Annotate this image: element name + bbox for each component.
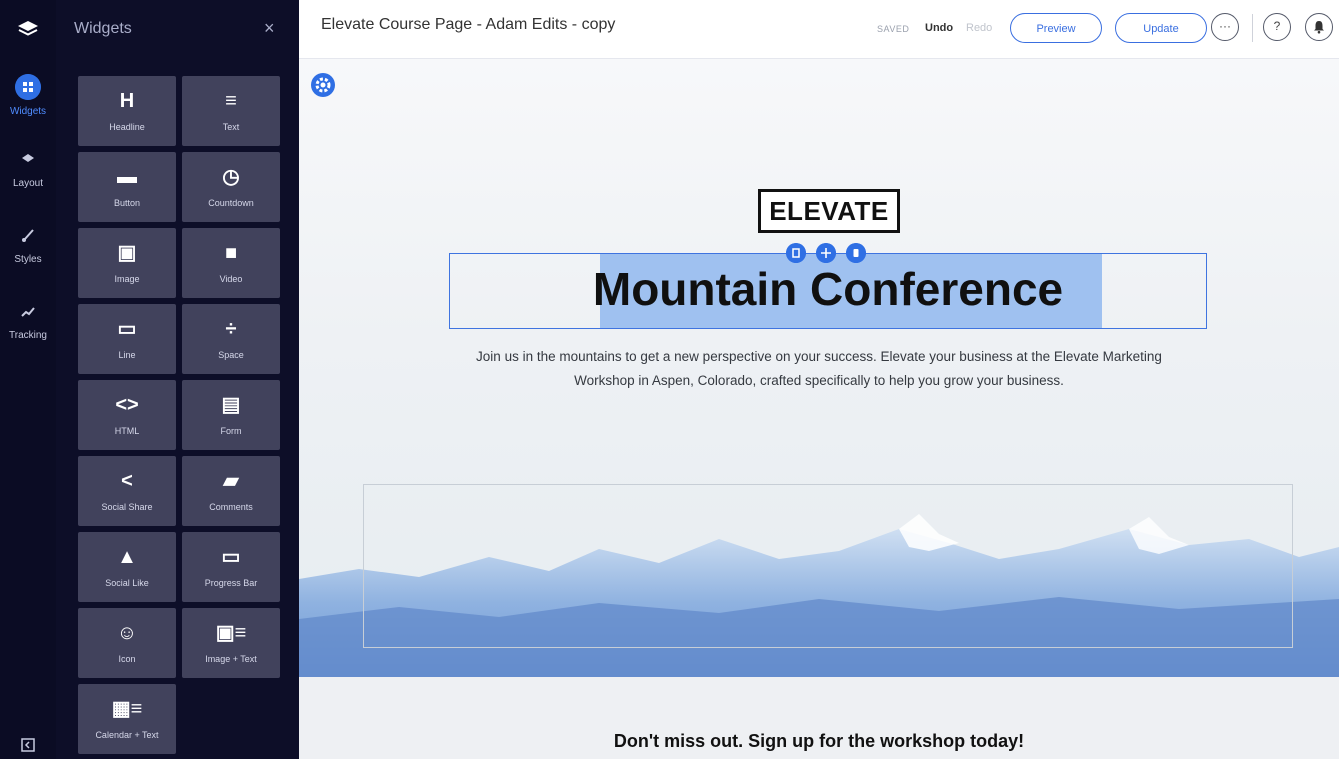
widget-tile-calendar-text[interactable]: ▦≡ Calendar + Text — [78, 684, 176, 754]
widgets-panel: Widgets × H Headline ≡ Text ▬ Button ◷ C… — [56, 0, 299, 759]
share-icon: < — [121, 470, 133, 492]
calendar-text-icon: ▦≡ — [111, 698, 143, 720]
grid-icon — [15, 74, 41, 100]
left-rail: Widgets Layout Styles Tracking — [0, 0, 56, 759]
brush-icon — [22, 229, 34, 242]
text-icon: ≡ — [225, 90, 237, 112]
collapse-panel-icon[interactable] — [20, 737, 36, 753]
widget-tile-label: Text — [222, 122, 240, 132]
headline-text[interactable]: Mountain Conference — [449, 259, 1207, 319]
rail-item-widgets[interactable]: Widgets — [0, 74, 56, 117]
widget-tile-label: Button — [113, 198, 141, 208]
widget-tile-label: Space — [218, 350, 244, 360]
widget-tile-label: Social Share — [101, 502, 153, 512]
rail-item-layout[interactable]: Layout — [0, 152, 56, 189]
preview-button[interactable]: Preview — [1010, 13, 1102, 43]
image-text-icon: ▣≡ — [215, 622, 247, 644]
widget-tile-image-text[interactable]: ▣≡ Image + Text — [182, 608, 280, 678]
rail-item-label: Tracking — [9, 330, 47, 341]
widget-tile-label: Countdown — [208, 198, 254, 208]
smiley-icon: ☺ — [116, 622, 138, 644]
widget-tile-icon[interactable]: ☺ Icon — [78, 608, 176, 678]
widget-tile-label: Comments — [209, 502, 253, 512]
widget-tile-text[interactable]: ≡ Text — [182, 76, 280, 146]
rail-item-tracking[interactable]: Tracking — [0, 304, 56, 341]
progress-bar-icon: ▭ — [221, 546, 241, 568]
widget-tile-label: Icon — [118, 654, 136, 664]
bell-icon — [1314, 21, 1324, 34]
code-icon: <> — [115, 394, 139, 416]
help-button[interactable]: ? — [1263, 13, 1291, 41]
image-section-outline — [363, 484, 1293, 648]
brand-logo: ELEVATE — [758, 189, 900, 233]
widget-tile-space[interactable]: ÷ Space — [182, 304, 280, 374]
widget-tile-label: Image + Text — [205, 654, 257, 664]
widget-tile-social-share[interactable]: < Social Share — [78, 456, 176, 526]
image-icon: ▣ — [117, 242, 137, 264]
redo-button[interactable]: Redo — [966, 22, 992, 34]
widget-tile-video[interactable]: ■ Video — [182, 228, 280, 298]
undo-button[interactable]: Undo — [925, 22, 953, 34]
clock-icon: ◷ — [222, 166, 240, 188]
line-icon: ▭ — [117, 318, 137, 340]
rail-item-label: Widgets — [9, 106, 47, 117]
trend-icon — [21, 307, 35, 317]
thumbs-up-icon: ▲ — [117, 546, 137, 568]
toolbar-divider — [1252, 14, 1253, 42]
rail-item-styles[interactable]: Styles — [0, 228, 56, 265]
notifications-button[interactable] — [1305, 13, 1333, 41]
widget-tile-label: Progress Bar — [204, 578, 258, 588]
widget-tile-label: Headline — [109, 122, 145, 132]
widget-tile-label: Calendar + Text — [95, 730, 159, 740]
subtitle-text[interactable]: Join us in the mountains to get a new pe… — [469, 345, 1169, 393]
widget-tile-social-like[interactable]: ▲ Social Like — [78, 532, 176, 602]
panel-title: Widgets — [74, 20, 132, 37]
saved-status: SAVED — [877, 24, 910, 34]
rail-item-label: Layout — [12, 178, 44, 189]
editor-topbar: Elevate Course Page - Adam Edits - copy … — [299, 0, 1339, 59]
widget-tile-comments[interactable]: ▰ Comments — [182, 456, 280, 526]
widget-tile-html[interactable]: <> HTML — [78, 380, 176, 450]
comments-icon: ▰ — [223, 470, 239, 492]
widget-tile-button[interactable]: ▬ Button — [78, 152, 176, 222]
rail-item-label: Styles — [14, 254, 42, 265]
widget-tile-progress-bar[interactable]: ▭ Progress Bar — [182, 532, 280, 602]
video-icon: ■ — [224, 242, 238, 264]
widget-tile-label: Line — [118, 350, 136, 360]
widget-tile-form[interactable]: ▤ Form — [182, 380, 280, 450]
widget-tile-label: HTML — [114, 426, 140, 436]
form-icon: ▤ — [221, 394, 241, 416]
page-title: Elevate Course Page - Adam Edits - copy — [321, 16, 616, 33]
widget-tile-label: Form — [220, 426, 242, 436]
space-icon: ÷ — [225, 318, 237, 340]
close-icon[interactable]: × — [264, 18, 275, 39]
gear-icon[interactable] — [311, 73, 335, 97]
headline-icon: H — [119, 90, 135, 112]
update-button[interactable]: Update — [1115, 13, 1207, 43]
more-options-button[interactable]: ··· — [1211, 13, 1239, 41]
widget-tile-headline[interactable]: H Headline — [78, 76, 176, 146]
widget-tile-label: Social Like — [105, 578, 149, 588]
layers-icon — [22, 154, 34, 162]
widget-tile-image[interactable]: ▣ Image — [78, 228, 176, 298]
stack-logo-icon[interactable] — [16, 18, 40, 42]
widget-tile-line[interactable]: ▭ Line — [78, 304, 176, 374]
widget-tile-countdown[interactable]: ◷ Countdown — [182, 152, 280, 222]
widget-tile-label: Image — [114, 274, 140, 284]
widget-tile-label: Video — [219, 274, 243, 284]
button-icon: ▬ — [117, 166, 137, 188]
page-canvas: ELEVATE Mountain Conference Join us in t… — [299, 59, 1339, 759]
signup-heading: Don't miss out. Sign up for the workshop… — [613, 731, 1025, 751]
